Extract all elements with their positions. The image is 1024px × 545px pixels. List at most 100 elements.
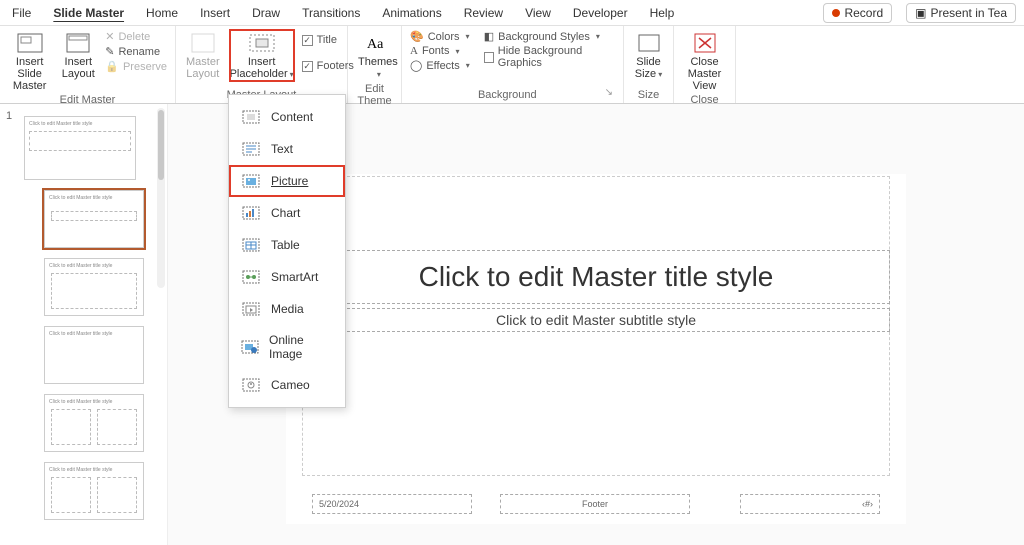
insert-layout-button[interactable]: Insert Layout bbox=[59, 30, 97, 80]
ribbon: Insert Slide Master Insert Layout ✕Delet… bbox=[0, 26, 1024, 104]
close-master-view-button[interactable]: Close Master View bbox=[682, 30, 727, 92]
preserve-icon: 🔒 bbox=[105, 60, 119, 73]
subtitle-placeholder[interactable]: Click to edit Master subtitle style bbox=[302, 308, 890, 332]
layout-thumbnail-5[interactable]: Click to edit Master title style bbox=[44, 462, 144, 520]
placeholder-menu-cameo[interactable]: Cameo bbox=[229, 369, 345, 401]
footer-placeholder[interactable]: Footer bbox=[500, 494, 690, 514]
bg-styles-icon: ◧ bbox=[484, 30, 494, 43]
group-size: Slide Size▾ Size bbox=[624, 26, 674, 103]
layout-thumbnail-4[interactable]: Click to edit Master title style bbox=[44, 394, 144, 452]
rename-button[interactable]: ✎Rename bbox=[105, 45, 167, 58]
tab-developer[interactable]: Developer bbox=[569, 3, 632, 23]
group-edit-theme: Aa Themes▾ Edit Theme bbox=[348, 26, 402, 103]
tab-animations[interactable]: Animations bbox=[378, 3, 445, 23]
rename-icon: ✎ bbox=[105, 45, 114, 58]
tab-draw[interactable]: Draw bbox=[248, 3, 284, 23]
present-button[interactable]: ▣Present in Tea bbox=[906, 3, 1016, 23]
slide-master-icon bbox=[16, 32, 44, 54]
slide-number-placeholder[interactable]: ‹#› bbox=[740, 494, 880, 514]
colors-button[interactable]: 🎨Colors▾ bbox=[410, 30, 470, 43]
date-placeholder[interactable]: 5/20/2024 bbox=[312, 494, 472, 514]
record-icon bbox=[832, 9, 840, 17]
background-styles-button[interactable]: ◧Background Styles▾ bbox=[484, 30, 615, 43]
slide-thumbnails-pane: 1 Click to edit Master title style Click… bbox=[0, 104, 168, 545]
effects-button[interactable]: ◯Effects▾ bbox=[410, 59, 470, 72]
layout-thumbnail-3[interactable]: Click to edit Master title style bbox=[44, 326, 144, 384]
layout-thumbnail-2[interactable]: Click to edit Master title style bbox=[44, 258, 144, 316]
group-label-background: Background bbox=[410, 87, 605, 101]
slide-size-button[interactable]: Slide Size▾ bbox=[632, 30, 665, 81]
layout-icon bbox=[64, 32, 92, 54]
placeholder-menu-picture[interactable]: Picture bbox=[229, 165, 345, 197]
tab-transitions[interactable]: Transitions bbox=[298, 3, 364, 23]
tab-file[interactable]: File bbox=[8, 3, 35, 23]
delete-button[interactable]: ✕Delete bbox=[105, 30, 167, 43]
group-edit-master: Insert Slide Master Insert Layout ✕Delet… bbox=[0, 26, 176, 103]
group-label-edit-theme: Edit Theme bbox=[356, 81, 393, 107]
chevron-down-icon: ▾ bbox=[466, 61, 470, 70]
footers-checkbox[interactable]: ✓Footers bbox=[302, 60, 354, 72]
themes-icon: Aa bbox=[364, 32, 392, 54]
tab-home[interactable]: Home bbox=[142, 3, 182, 23]
placeholder-menu-smartart[interactable]: SmartArt bbox=[229, 261, 345, 293]
tab-review[interactable]: Review bbox=[460, 3, 507, 23]
slide-size-icon bbox=[635, 32, 663, 54]
colors-icon: 🎨 bbox=[410, 30, 424, 43]
placeholder-menu-content[interactable]: Content bbox=[229, 101, 345, 133]
placeholder-menu-chart[interactable]: Chart bbox=[229, 197, 345, 229]
placeholder-icon bbox=[248, 32, 276, 54]
present-icon: ▣ bbox=[915, 6, 926, 20]
checkbox-unchecked-icon bbox=[484, 52, 494, 63]
delete-icon: ✕ bbox=[105, 30, 114, 43]
placeholder-menu-media[interactable]: Media bbox=[229, 293, 345, 325]
text-icon bbox=[241, 141, 261, 157]
cameo-icon bbox=[241, 377, 261, 393]
fonts-button[interactable]: AFonts▾ bbox=[410, 45, 470, 57]
fonts-icon: A bbox=[410, 45, 418, 57]
dialog-launcher[interactable]: ↘ bbox=[605, 87, 615, 101]
master-thumbnail[interactable]: Click to edit Master title style bbox=[24, 116, 136, 180]
svg-text:Aa: Aa bbox=[367, 37, 384, 52]
insert-slide-master-button[interactable]: Insert Slide Master bbox=[8, 30, 51, 92]
tab-insert[interactable]: Insert bbox=[196, 3, 234, 23]
smartart-icon bbox=[241, 269, 261, 285]
group-label-close: Close bbox=[682, 92, 727, 106]
online-image-icon bbox=[241, 339, 259, 355]
thumbnails-scrollbar[interactable] bbox=[157, 108, 165, 288]
chevron-down-icon: ▾ bbox=[466, 32, 470, 41]
effects-icon: ◯ bbox=[410, 59, 422, 72]
placeholder-menu-table[interactable]: Table bbox=[229, 229, 345, 261]
tab-help[interactable]: Help bbox=[646, 3, 679, 23]
themes-button[interactable]: Aa Themes▾ bbox=[356, 30, 400, 81]
insert-placeholder-button[interactable]: Insert Placeholder▾ bbox=[230, 30, 294, 81]
slide: Click to edit Master title style Click t… bbox=[286, 174, 906, 524]
insert-placeholder-menu: Content Text Picture Chart Table SmartAr… bbox=[228, 94, 346, 408]
checkbox-checked-icon: ✓ bbox=[302, 35, 313, 46]
preserve-button[interactable]: 🔒Preserve bbox=[105, 60, 167, 73]
master-layout-button[interactable]: Master Layout bbox=[184, 30, 222, 80]
record-button[interactable]: Record bbox=[823, 3, 892, 23]
group-master-layout: Master Layout Insert Placeholder▾ ✓Title… bbox=[176, 26, 348, 103]
menubar: File Slide Master Home Insert Draw Trans… bbox=[0, 0, 1024, 26]
tab-slide-master[interactable]: Slide Master bbox=[49, 3, 128, 23]
media-icon bbox=[241, 301, 261, 317]
close-icon bbox=[691, 32, 719, 54]
layout-thumbnail-1[interactable]: Click to edit Master title style bbox=[44, 190, 144, 248]
chevron-down-icon: ▾ bbox=[658, 70, 662, 79]
group-close: Close Master View Close bbox=[674, 26, 736, 103]
slide-number: 1 bbox=[6, 110, 12, 122]
chevron-down-icon: ▾ bbox=[596, 32, 600, 41]
placeholder-menu-online-image[interactable]: Online Image bbox=[229, 325, 345, 369]
chevron-down-icon: ▾ bbox=[290, 70, 294, 79]
content-icon bbox=[241, 109, 261, 125]
title-checkbox[interactable]: ✓Title bbox=[302, 34, 354, 46]
picture-icon bbox=[241, 173, 261, 189]
hide-bg-checkbox[interactable]: Hide Background Graphics bbox=[484, 45, 615, 69]
group-label-size: Size bbox=[632, 87, 665, 101]
master-layout-icon bbox=[189, 32, 217, 54]
title-placeholder[interactable]: Click to edit Master title style bbox=[302, 250, 890, 304]
tab-view[interactable]: View bbox=[521, 3, 555, 23]
placeholder-menu-text[interactable]: Text bbox=[229, 133, 345, 165]
scrollbar-handle[interactable] bbox=[158, 110, 164, 180]
checkbox-checked-icon: ✓ bbox=[302, 61, 313, 72]
